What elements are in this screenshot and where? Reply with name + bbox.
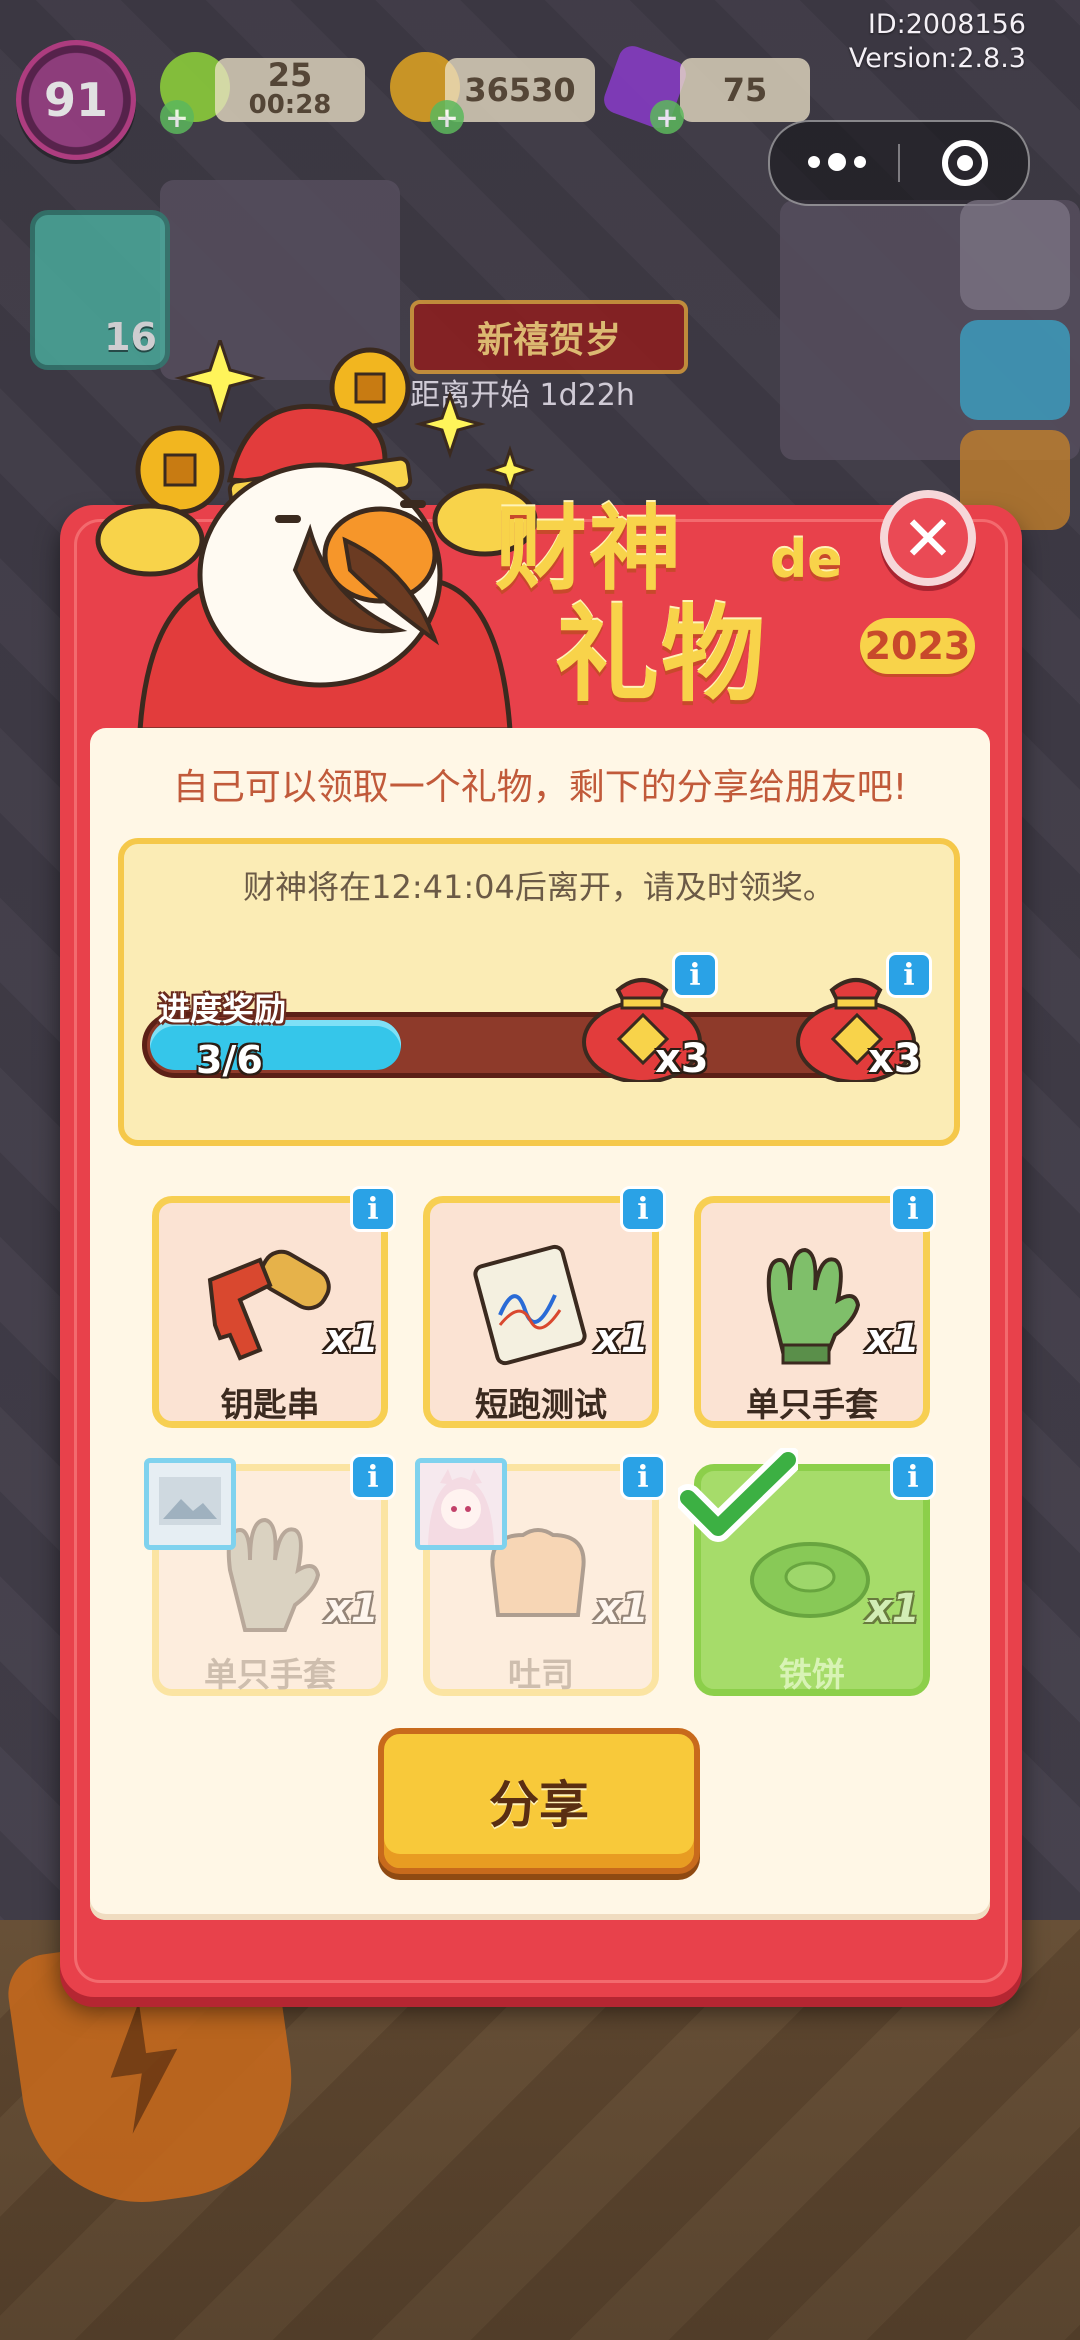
- gift-qty: x1: [595, 1586, 649, 1632]
- leave-countdown-text: 财神将在12:41:04后离开，请及时领奖。: [243, 868, 835, 906]
- capsule-divider: [898, 144, 900, 182]
- miniprogram-capsule: [768, 120, 1030, 206]
- reward-info-icon[interactable]: i: [886, 952, 932, 998]
- dialog-title-de: de: [770, 530, 843, 590]
- gift-qty: x1: [325, 1586, 379, 1632]
- gift-qty: x1: [595, 1316, 649, 1362]
- gift-qty: x1: [325, 1316, 379, 1362]
- version-text: Version:2.8.3: [848, 43, 1026, 74]
- gift-qty: x1: [866, 1316, 920, 1362]
- friend-avatar[interactable]: [415, 1458, 507, 1550]
- gift-label: 单只手套: [204, 1655, 336, 1694]
- test-paper-icon: [473, 1244, 587, 1366]
- friend-avatar[interactable]: [144, 1458, 236, 1550]
- progress-label: 进度奖励: [158, 990, 287, 1028]
- anime-avatar-icon: [420, 1463, 502, 1545]
- share-button[interactable]: 分享: [378, 1728, 700, 1874]
- add-coins-button[interactable]: +: [430, 100, 464, 134]
- discus-icon: [750, 1542, 870, 1618]
- glove-icon: [766, 1247, 861, 1365]
- fortune-god-mascot: [95, 340, 538, 730]
- gem-counter[interactable]: 75: [680, 58, 810, 122]
- settings-gear-icon[interactable]: [960, 200, 1070, 310]
- dialog-title-line2: 礼物: [555, 594, 768, 716]
- gem-value: 75: [722, 71, 768, 109]
- close-button[interactable]: ✕: [880, 490, 976, 586]
- intro-text: 自己可以领取一个礼物，剩下的分享给朋友吧!: [172, 767, 908, 808]
- energy-value: 25: [267, 56, 313, 94]
- reward-info-icon[interactable]: i: [672, 952, 718, 998]
- energy-timer: 00:28: [248, 90, 332, 120]
- keychain-icon: [207, 1249, 331, 1361]
- gift-qty: x1: [866, 1586, 920, 1632]
- energy-counter[interactable]: 25 00:28: [215, 58, 365, 122]
- reward-count: x3: [868, 1036, 922, 1082]
- gift-label: 短跑测试: [475, 1385, 607, 1424]
- gift-info-icon[interactable]: i: [890, 1186, 936, 1232]
- gift-label: 钥匙串: [220, 1385, 320, 1424]
- add-gems-button[interactable]: +: [650, 100, 684, 134]
- gift-info-icon[interactable]: i: [350, 1454, 396, 1500]
- gift-info-icon[interactable]: i: [620, 1454, 666, 1500]
- gift-label: 单只手套: [746, 1385, 878, 1424]
- year-badge: 2023: [860, 618, 975, 674]
- level-number: 91: [43, 73, 108, 127]
- gift-info-icon[interactable]: i: [890, 1454, 936, 1500]
- progress-text: 3/6: [196, 1038, 263, 1082]
- gift-info-icon[interactable]: i: [350, 1186, 396, 1232]
- image-placeholder-icon: [159, 1477, 221, 1525]
- build-info: ID:2008156 Version:2.8.3: [849, 8, 1026, 76]
- reward-count: x3: [655, 1036, 709, 1082]
- close-miniprogram-icon[interactable]: [942, 140, 988, 186]
- gift-label: 吐司: [508, 1655, 574, 1694]
- coin-value: 36530: [464, 71, 576, 109]
- add-energy-button[interactable]: +: [160, 100, 194, 134]
- claimed-check-icon: [678, 1448, 798, 1542]
- player-id: ID:2008156: [867, 9, 1026, 40]
- mail-icon[interactable]: [960, 320, 1070, 420]
- coin-counter[interactable]: 36530: [445, 58, 595, 122]
- player-level-badge[interactable]: 91: [16, 40, 136, 160]
- gift-label: 铁饼: [779, 1655, 845, 1694]
- more-menu-icon[interactable]: [808, 144, 866, 180]
- gift-info-icon[interactable]: i: [620, 1186, 666, 1232]
